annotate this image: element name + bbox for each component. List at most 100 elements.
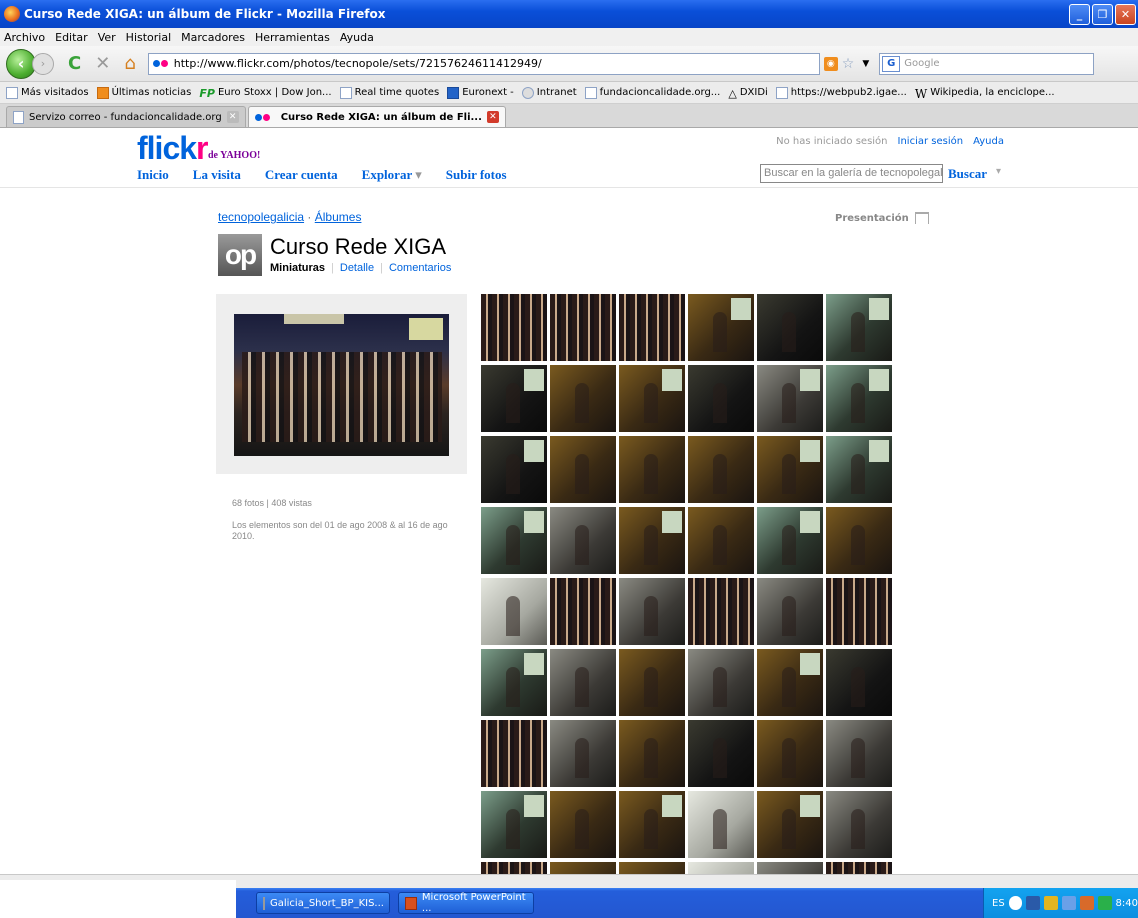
photo-thumbnail[interactable] (757, 507, 823, 574)
bookmark-item[interactable]: FP Euro Stoxx | Dow Jon... (199, 87, 331, 100)
photo-thumbnail[interactable] (481, 294, 547, 361)
bookmark-item[interactable]: Intranet (521, 86, 577, 99)
breadcrumb-albums[interactable]: Álbumes (315, 210, 362, 224)
network-icon[interactable] (1026, 896, 1041, 910)
photo-thumbnail[interactable] (481, 436, 547, 503)
photo-thumbnail[interactable] (826, 578, 892, 645)
bookmark-item[interactable]: Euronext - (447, 86, 514, 99)
menu-marcadores[interactable]: Marcadores (181, 31, 245, 44)
tab-close-icon[interactable]: ✕ (226, 111, 239, 123)
bookmark-item[interactable]: Últimas noticias (96, 86, 191, 99)
taskbar-item-galicia[interactable]: Galicia_Short_BP_KIS... (256, 892, 390, 914)
photo-thumbnail[interactable] (550, 649, 616, 716)
photo-thumbnail[interactable] (757, 294, 823, 361)
photo-thumbnail[interactable] (481, 649, 547, 716)
chevron-down-icon[interactable]: ▼ (862, 59, 869, 69)
bookmark-item[interactable]: fundacioncalidade.org... (584, 86, 720, 99)
photo-thumbnail[interactable] (619, 507, 685, 574)
photo-thumbnail[interactable] (826, 720, 892, 787)
photo-thumbnail[interactable] (688, 436, 754, 503)
home-icon[interactable]: ⌂ (124, 53, 135, 74)
photo-thumbnail[interactable] (826, 436, 892, 503)
photo-thumbnail[interactable] (688, 862, 754, 874)
photo-thumbnail[interactable] (619, 436, 685, 503)
tab-comentarios[interactable]: Comentarios (389, 262, 451, 274)
photo-thumbnail[interactable] (826, 365, 892, 432)
taskbar-item-powerpoint[interactable]: Microsoft PowerPoint ... (398, 892, 534, 914)
photo-thumbnail[interactable] (481, 862, 547, 874)
bookmark-item[interactable]: Más visitados (6, 86, 89, 99)
photo-thumbnail[interactable] (826, 294, 892, 361)
flickr-logo[interactable]: flickr (137, 130, 209, 167)
login-link[interactable]: Iniciar sesión (898, 136, 964, 147)
photo-thumbnail[interactable] (550, 720, 616, 787)
photo-thumbnail[interactable] (619, 365, 685, 432)
photo-thumbnail[interactable] (619, 720, 685, 787)
buddy-icon[interactable]: op (218, 234, 262, 276)
cover-photo[interactable] (234, 314, 449, 456)
clock[interactable]: 8:40 (1116, 898, 1138, 909)
photo-thumbnail[interactable] (550, 578, 616, 645)
photo-thumbnail[interactable] (481, 720, 547, 787)
photo-thumbnail[interactable] (619, 862, 685, 874)
photo-thumbnail[interactable] (550, 791, 616, 858)
photo-thumbnail[interactable] (757, 365, 823, 432)
photo-thumbnail[interactable] (619, 791, 685, 858)
photo-thumbnail[interactable] (688, 507, 754, 574)
photo-thumbnail[interactable] (688, 365, 754, 432)
nav-la-visita[interactable]: La visita (193, 167, 241, 183)
photo-thumbnail[interactable] (826, 791, 892, 858)
photo-thumbnail[interactable] (619, 649, 685, 716)
menu-editar[interactable]: Editar (55, 31, 88, 44)
menu-archivo[interactable]: Archivo (4, 31, 45, 44)
photo-thumbnail[interactable] (619, 294, 685, 361)
photo-thumbnail[interactable] (757, 791, 823, 858)
photo-thumbnail[interactable] (619, 578, 685, 645)
photo-thumbnail[interactable] (481, 507, 547, 574)
photo-thumbnail[interactable] (688, 578, 754, 645)
photo-thumbnail[interactable] (826, 507, 892, 574)
web-search-input[interactable]: G Google (879, 52, 1095, 75)
nav-explorar[interactable]: Explorar ▾ (362, 167, 422, 183)
photo-thumbnail[interactable] (550, 862, 616, 874)
url-bar[interactable]: http://www.flickr.com/photos/tecnopole/s… (147, 52, 820, 75)
rss-icon[interactable]: ◉ (823, 56, 838, 71)
menu-ayuda[interactable]: Ayuda (340, 31, 374, 44)
tray-app-icon[interactable] (1062, 896, 1076, 910)
nav-crear-cuenta[interactable]: Crear cuenta (265, 167, 338, 183)
breadcrumb-user[interactable]: tecnopolegalicia (218, 210, 304, 224)
menu-herramientas[interactable]: Herramientas (255, 31, 330, 44)
photo-thumbnail[interactable] (550, 436, 616, 503)
photo-thumbnail[interactable] (688, 294, 754, 361)
photo-thumbnail[interactable] (757, 649, 823, 716)
google-icon[interactable]: G (882, 55, 901, 72)
nav-subir-fotos[interactable]: Subir fotos (446, 167, 507, 183)
maximize-button[interactable]: ❐ (1092, 4, 1113, 25)
photo-thumbnail[interactable] (757, 436, 823, 503)
photo-thumbnail[interactable] (550, 294, 616, 361)
chevron-down-icon[interactable]: ▾ (996, 166, 1001, 177)
minimize-button[interactable]: _ (1069, 4, 1090, 25)
photo-thumbnail[interactable] (481, 578, 547, 645)
menu-historial[interactable]: Historial (126, 31, 171, 44)
slideshow-button[interactable]: Presentación (835, 212, 929, 224)
photo-thumbnail[interactable] (688, 649, 754, 716)
photo-thumbnail[interactable] (481, 365, 547, 432)
menu-ver[interactable]: Ver (98, 31, 116, 44)
language-indicator[interactable]: ES (992, 898, 1005, 909)
photo-thumbnail[interactable] (550, 507, 616, 574)
photo-thumbnail[interactable] (688, 791, 754, 858)
reload-icon[interactable]: C (68, 53, 81, 74)
tab-close-icon[interactable]: ✕ (486, 111, 499, 123)
tray-app-icon[interactable] (1097, 896, 1112, 910)
bookmark-item[interactable]: https://webpub2.igae... (775, 86, 907, 99)
nav-inicio[interactable]: Inicio (137, 167, 169, 183)
photo-thumbnail[interactable] (550, 365, 616, 432)
help-link[interactable]: Ayuda (973, 136, 1004, 147)
photo-thumbnail[interactable] (757, 720, 823, 787)
tab-curso-rede-xiga[interactable]: Curso Rede XIGA: un álbum de Fli... ✕ (247, 106, 506, 127)
bookmark-star-icon[interactable]: ☆ (842, 56, 855, 72)
close-button[interactable]: ✕ (1115, 4, 1136, 25)
search-button[interactable]: Buscar (948, 166, 987, 182)
tab-servizo-correo[interactable]: Servizo correo - fundacioncalidade.org ✕ (6, 106, 246, 127)
